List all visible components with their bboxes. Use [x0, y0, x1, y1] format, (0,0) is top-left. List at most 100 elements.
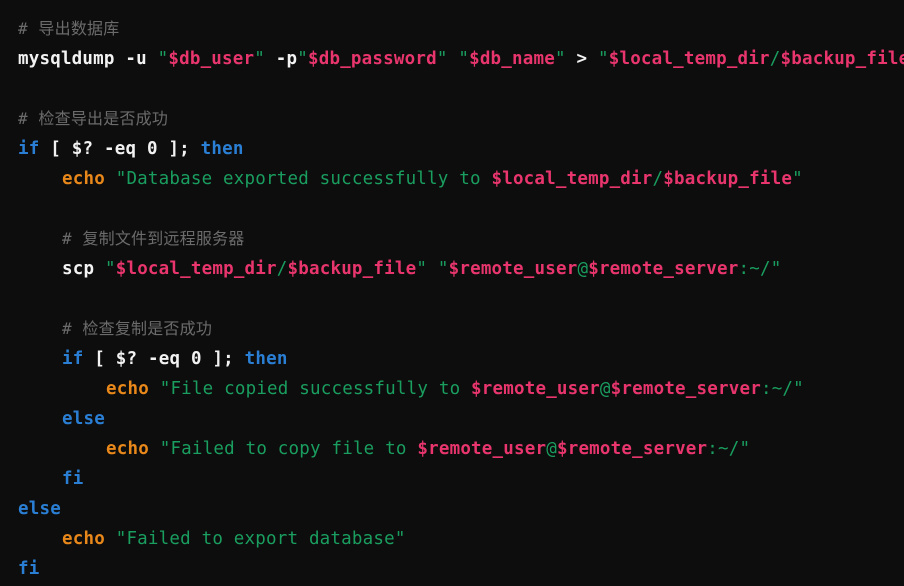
- token-var: $db_user: [168, 49, 255, 69]
- token-keyword: else: [18, 499, 61, 519]
- code-line: else: [18, 494, 904, 524]
- code-line: if [ $? -eq 0 ]; then: [18, 344, 904, 374]
- token-string: ": [297, 49, 308, 69]
- code-line: echo "Failed to export database": [18, 524, 904, 554]
- token-var: $db_password: [307, 49, 437, 69]
- token-operator: ];: [212, 349, 234, 369]
- token-string: ": [554, 49, 566, 69]
- token-string: "Database exported successfully to: [115, 169, 492, 189]
- token-string: /: [652, 169, 664, 189]
- token-keyword: fi: [62, 469, 84, 489]
- token-string: ": [436, 49, 448, 69]
- code-line: # 导出数据库: [18, 14, 904, 44]
- comment-text: 复制文件到远程服务器: [71, 229, 245, 248]
- token-string: ": [254, 49, 265, 69]
- comment-text: 导出数据库: [27, 19, 120, 38]
- token-string: :~/": [707, 439, 751, 459]
- token-keyword: else: [62, 409, 105, 429]
- token-string: @: [546, 439, 557, 459]
- token-operator: [: [94, 349, 105, 369]
- token-operator: -p: [275, 49, 298, 69]
- token-comment: # 检查复制是否成功: [62, 319, 212, 338]
- code-line: # 复制文件到远程服务器: [18, 224, 904, 254]
- token-operator: 0: [146, 139, 158, 159]
- token-string: "Failed to copy file to: [159, 439, 418, 459]
- code-line: echo "Failed to copy file to $remote_use…: [18, 434, 904, 464]
- token-string: ": [104, 259, 116, 279]
- token-operator: 0: [190, 349, 202, 369]
- token-comment: # 复制文件到远程服务器: [62, 229, 244, 248]
- comment-hash: #: [62, 229, 72, 248]
- token-builtin: echo: [106, 439, 149, 459]
- token-keyword: if: [18, 139, 40, 159]
- token-operator: ];: [168, 139, 190, 159]
- comment-hash: #: [18, 19, 28, 38]
- token-string: ": [416, 259, 428, 279]
- comment-hash: #: [18, 109, 28, 128]
- token-string: ": [792, 169, 803, 189]
- token-builtin: echo: [62, 529, 105, 549]
- token-operator: -eq: [103, 139, 137, 159]
- token-var: $db_name: [469, 49, 555, 69]
- token-var: $remote_user: [417, 439, 547, 459]
- code-line: echo "Database exported successfully to …: [18, 164, 904, 194]
- token-var: $local_temp_dir: [115, 259, 277, 279]
- token-operator: >: [576, 49, 588, 69]
- token-var: $backup_file: [287, 259, 417, 279]
- comment-hash: #: [62, 319, 72, 338]
- token-var: $remote_server: [610, 379, 761, 399]
- code-line: fi: [18, 554, 904, 584]
- token-string: @: [599, 379, 611, 399]
- code-line: # 检查导出是否成功: [18, 104, 904, 134]
- comment-text: 检查复制是否成功: [71, 319, 213, 338]
- token-keyword: fi: [18, 559, 40, 579]
- token-operator: $?: [115, 349, 138, 369]
- token-operator: -u: [125, 49, 147, 69]
- token-string: ": [458, 49, 470, 69]
- token-keyword: then: [200, 139, 244, 159]
- token-operator: -eq: [147, 349, 181, 369]
- token-builtin: echo: [106, 379, 149, 399]
- token-keyword: if: [62, 349, 84, 369]
- token-var: $backup_file: [780, 49, 904, 69]
- token-command: mysqldump: [18, 49, 115, 69]
- token-var: $remote_user: [448, 259, 578, 279]
- code-line: else: [18, 404, 904, 434]
- token-var: $remote_user: [471, 379, 600, 399]
- code-block[interactable]: # 导出数据库 mysqldump -u "$db_user" -p"$db_pa…: [0, 0, 904, 586]
- code-line: fi: [18, 464, 904, 494]
- token-operator: [: [50, 139, 61, 159]
- token-string: /: [276, 259, 288, 279]
- token-string: /: [769, 49, 781, 69]
- code-line: scp "$local_temp_dir/$backup_file" "$rem…: [18, 254, 904, 284]
- token-comment: # 检查导出是否成功: [18, 109, 168, 128]
- code-line: echo "File copied successfully to $remot…: [18, 374, 904, 404]
- token-string: ": [437, 259, 449, 279]
- token-var: $remote_server: [588, 259, 739, 279]
- token-string: "File copied successfully to: [159, 379, 472, 399]
- token-comment: # 导出数据库: [18, 19, 119, 38]
- token-string: @: [577, 259, 589, 279]
